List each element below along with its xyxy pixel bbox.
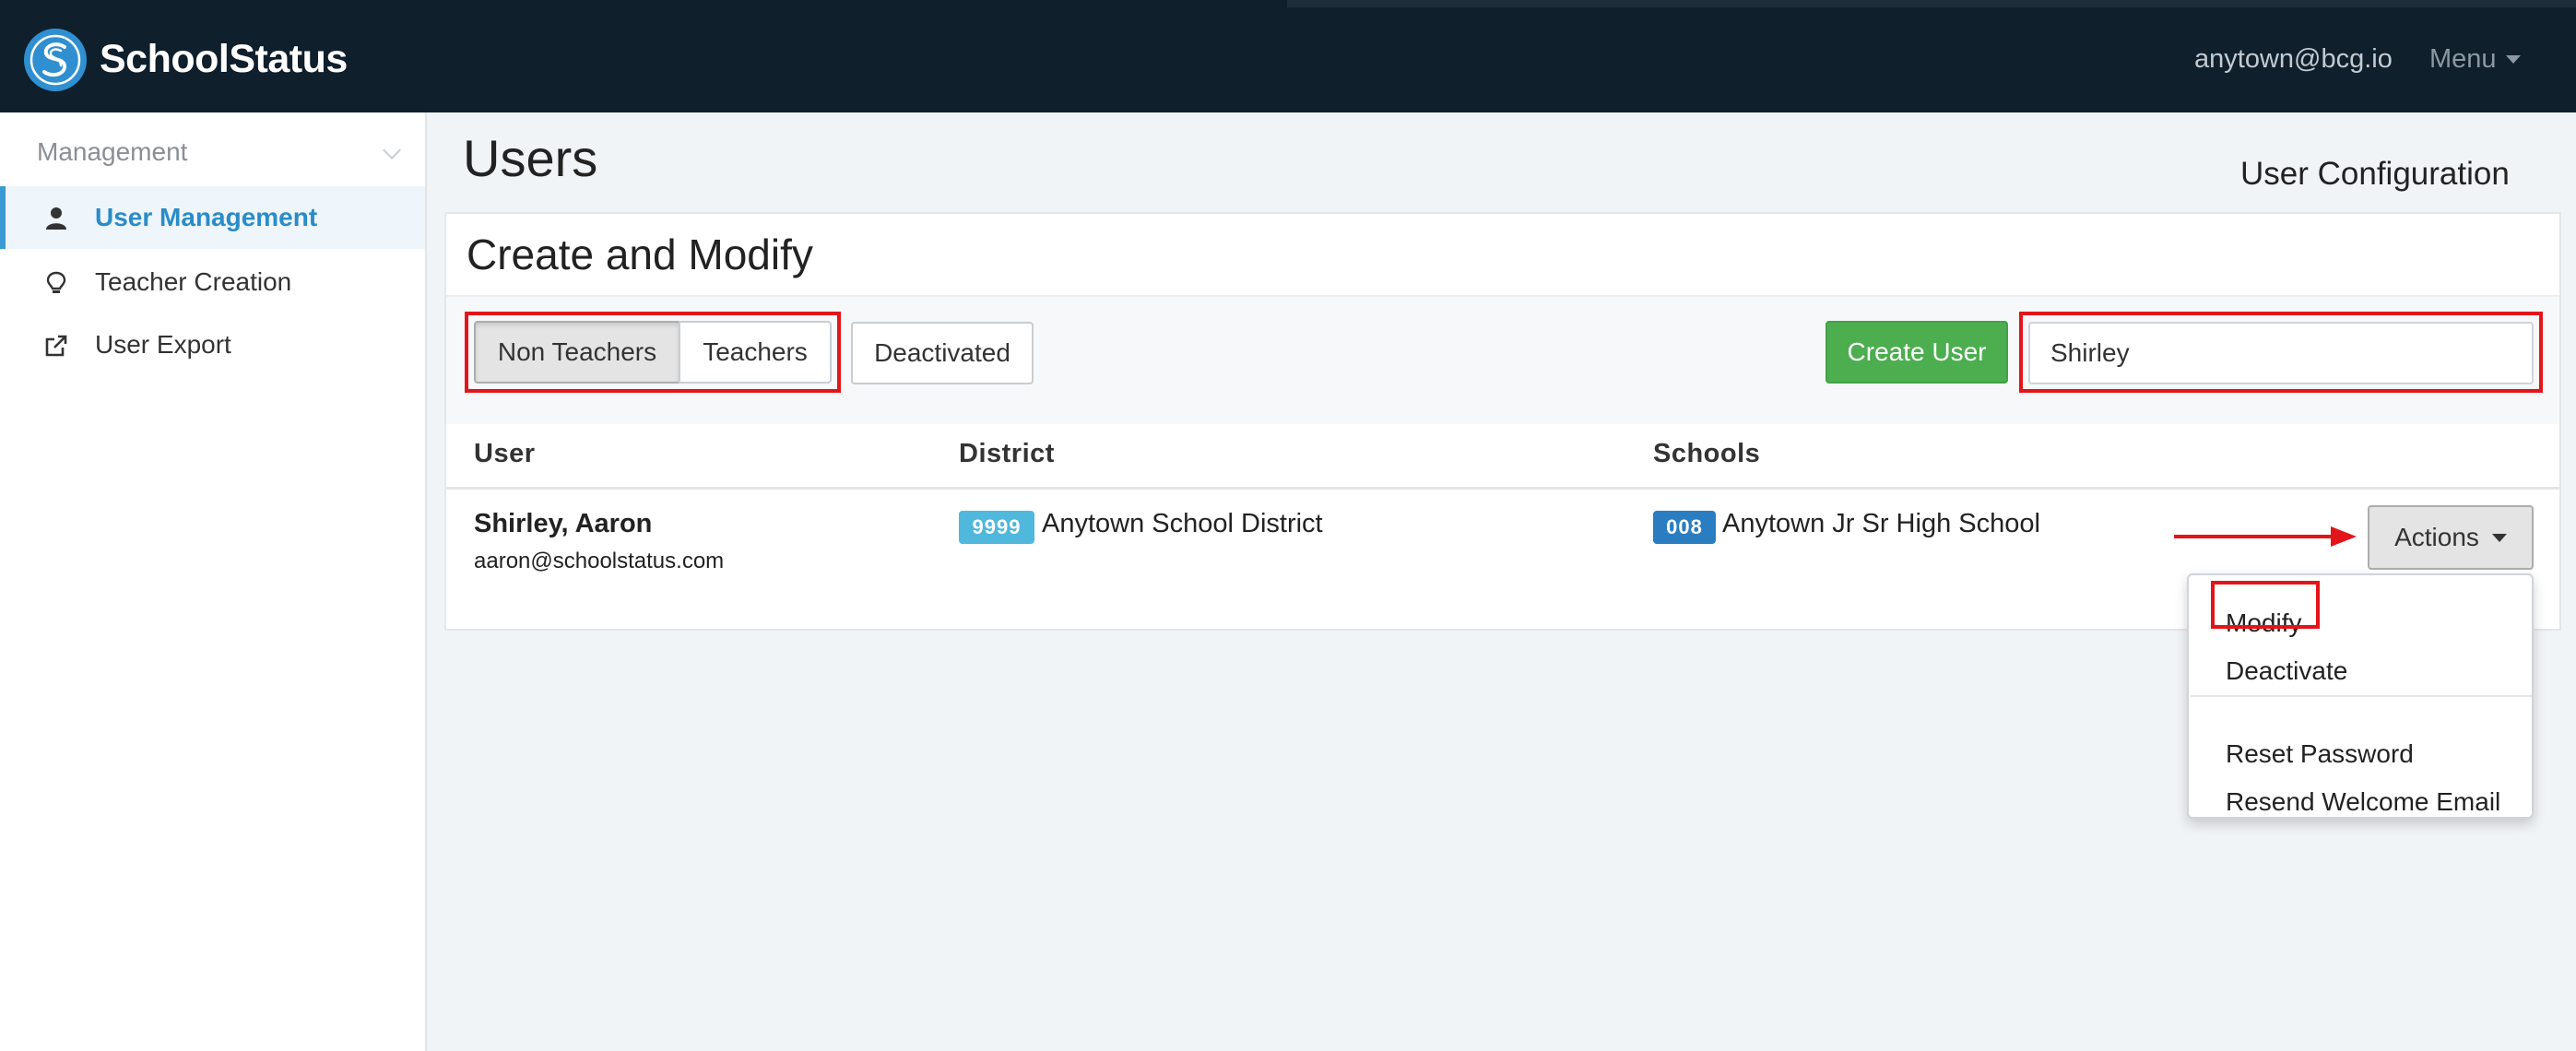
menu-item-resend-welcome-email[interactable]: Resend Welcome Email [2226, 785, 2500, 819]
sidebar-item-user-management[interactable]: User Management [0, 186, 425, 249]
create-user-button[interactable]: Create User [1826, 321, 2008, 384]
lightbulb-icon [46, 271, 66, 293]
column-header-district[interactable]: District [959, 437, 1055, 470]
district-name: Anytown School District [1042, 509, 1323, 538]
menu-item-reset-password[interactable]: Reset Password [2226, 738, 2414, 771]
menu-item-deactivate[interactable]: Deactivate [2226, 655, 2347, 688]
sidebar-item-label: User Management [95, 203, 318, 231]
district-code-badge: 9999 [959, 511, 1034, 544]
chevron-down-icon[interactable] [383, 141, 401, 159]
page-subtitle: User Configuration [2240, 156, 2510, 192]
navbar-top-strip [1287, 0, 2576, 7]
school-code-badge: 008 [1653, 511, 1716, 544]
column-header-schools[interactable]: Schools [1653, 437, 1760, 470]
user-name[interactable]: Shirley, Aaron [474, 507, 652, 540]
table-header-divider [446, 487, 2559, 490]
user-icon [46, 207, 66, 230]
menu-label: Menu [2429, 44, 2497, 74]
menu-divider [2191, 695, 2532, 697]
panel-title: Create and Modify [467, 230, 813, 278]
sidebar-item-label: User Export [95, 330, 231, 359]
brand-name[interactable]: SchoolStatus [100, 37, 348, 81]
menu-dropdown[interactable]: Menu [2429, 42, 2521, 76]
sidebar-section-header[interactable]: Management [37, 136, 187, 168]
top-navbar: SchoolStatus anytown@bcg.io Menu [0, 0, 2576, 112]
actions-button[interactable]: Actions [2368, 505, 2534, 570]
sidebar-item-user-export[interactable]: User Export [0, 313, 425, 376]
school-name: Anytown Jr Sr High School [1722, 509, 2040, 538]
caret-down-icon [2491, 533, 2507, 542]
deactivated-button[interactable]: Deactivated [851, 322, 1034, 384]
sidebar: Management User Management Teacher Creat… [0, 112, 427, 1051]
sidebar-item-teacher-creation[interactable]: Teacher Creation [0, 251, 425, 313]
sidebar-item-label: Teacher Creation [95, 267, 292, 296]
page-title: Users [463, 129, 598, 187]
teachers-button[interactable]: Teachers [679, 321, 832, 384]
create-modify-panel: Create and Modify [444, 212, 2561, 631]
user-email-link[interactable]: anytown@bcg.io [2194, 42, 2393, 76]
modify-highlight [2211, 581, 2320, 629]
arrow-right-icon [2174, 526, 2357, 547]
column-header-user[interactable]: User [474, 437, 536, 470]
non-teachers-button[interactable]: Non Teachers [474, 321, 680, 384]
user-email: aaron@schoolstatus.com [474, 549, 725, 573]
external-link-icon [45, 335, 67, 357]
actions-label: Actions [2394, 523, 2479, 551]
caret-down-icon [2505, 54, 2521, 64]
search-input[interactable] [2028, 322, 2534, 384]
schoolstatus-logo-icon[interactable] [24, 29, 87, 91]
